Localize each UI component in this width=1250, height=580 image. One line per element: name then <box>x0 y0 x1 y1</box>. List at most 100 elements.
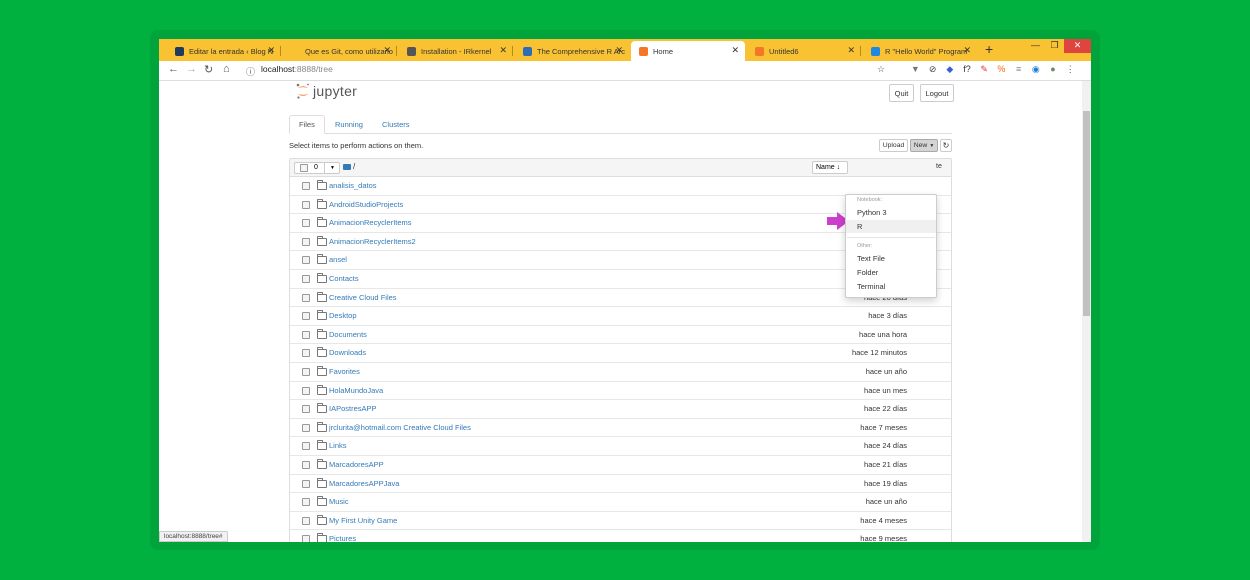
new-button[interactable]: New ▼ <box>910 139 938 152</box>
ext-lines-icon[interactable]: ≡ <box>1013 64 1025 74</box>
folder-name-link[interactable]: AndroidStudioProjects <box>329 200 403 209</box>
select-all-checkbox[interactable] <box>300 164 308 172</box>
row-checkbox[interactable] <box>302 442 310 451</box>
file-row[interactable]: MarcadoresAPPJava hace 19 días <box>290 475 951 494</box>
refresh-button[interactable]: ↻ <box>940 139 952 152</box>
row-checkbox[interactable] <box>302 386 310 395</box>
menu-item-python3[interactable]: Python 3 <box>846 206 936 219</box>
site-info-icon[interactable]: ⓘ <box>246 65 255 78</box>
tab-clusters[interactable]: Clusters <box>373 115 419 134</box>
home-button[interactable]: ⌂ <box>223 63 230 75</box>
ext-formula-icon[interactable]: f? <box>961 64 973 74</box>
close-window-button[interactable]: ✕ <box>1064 39 1091 53</box>
star-icon[interactable]: ☆ <box>875 64 887 74</box>
row-checkbox[interactable] <box>302 368 310 376</box>
tab-running[interactable]: Running <box>326 115 372 134</box>
file-row[interactable]: Pictures hace 9 meses <box>290 530 951 542</box>
row-checkbox[interactable] <box>302 498 310 507</box>
menu-icon[interactable]: ⋮ <box>1064 64 1076 74</box>
row-checkbox[interactable] <box>302 182 310 190</box>
row-checkbox[interactable] <box>302 349 310 358</box>
tab-close-icon[interactable]: ✕ <box>731 45 739 56</box>
file-row[interactable]: Music hace un año <box>290 493 951 512</box>
menu-item-terminal[interactable]: Terminal <box>846 280 936 293</box>
select-dropdown-icon[interactable]: ▼ <box>324 163 340 173</box>
row-checkbox[interactable] <box>302 405 310 414</box>
minimize-button[interactable]: — <box>1026 39 1045 53</box>
forward-button[interactable]: → <box>186 63 197 75</box>
row-checkbox[interactable] <box>302 200 310 209</box>
folder-name-link[interactable]: Links <box>329 441 347 450</box>
folder-name-link[interactable]: MarcadoresAPP <box>329 460 384 469</box>
folder-name-link[interactable]: Downloads <box>329 348 366 357</box>
browser-tab[interactable]: Home ✕ <box>631 41 745 61</box>
tab-close-icon[interactable]: ✕ <box>615 45 623 56</box>
file-row[interactable]: Desktop hace 3 días <box>290 307 951 326</box>
ext-pocket-icon[interactable]: ⊘ <box>927 64 939 74</box>
row-checkbox[interactable] <box>302 330 310 339</box>
ext-red-icon[interactable]: ✎ <box>978 64 990 74</box>
browser-tab[interactable]: Untitled6 ✕ <box>747 41 861 61</box>
folder-name-link[interactable]: jrclurita@hotmail.com Creative Cloud Fil… <box>329 423 471 432</box>
row-checkbox[interactable] <box>302 219 310 228</box>
file-row[interactable]: Documents hace una hora <box>290 326 951 345</box>
tab-close-icon[interactable]: ✕ <box>499 45 507 56</box>
row-checkbox[interactable] <box>302 461 310 469</box>
row-checkbox[interactable] <box>302 312 310 321</box>
browser-tab[interactable]: The Comprehensive R Arc ✕ <box>515 41 629 61</box>
folder-name-link[interactable]: Creative Cloud Files <box>329 293 397 302</box>
folder-name-link[interactable]: AnimacionRecyclerItems <box>329 218 412 227</box>
folder-name-link[interactable]: AnimacionRecyclerItems2 <box>329 237 416 246</box>
browser-tab[interactable]: Editar la entrada ‹ Blog N ✕ <box>167 41 281 61</box>
tab-files[interactable]: Files <box>289 115 325 134</box>
row-checkbox[interactable] <box>302 293 310 302</box>
folder-name-link[interactable]: Pictures <box>329 534 356 542</box>
menu-item-r[interactable]: R <box>846 220 936 233</box>
folder-name-link[interactable]: analisis_datos <box>329 181 377 190</box>
folder-name-link[interactable]: Documents <box>329 330 367 339</box>
ext-orange-icon[interactable]: % <box>995 64 1007 74</box>
menu-item-text-file[interactable]: Text File <box>846 252 936 265</box>
logout-button[interactable]: Logout <box>920 84 954 102</box>
tab-close-icon[interactable]: ✕ <box>963 45 971 56</box>
row-checkbox[interactable] <box>302 479 310 488</box>
row-checkbox[interactable] <box>302 256 310 265</box>
ext-blank-icon[interactable] <box>892 64 904 74</box>
folder-name-link[interactable]: IAPostresAPP <box>329 404 377 413</box>
sort-by-name-button[interactable]: Name ↓ <box>812 161 848 174</box>
scrollbar-thumb[interactable] <box>1083 111 1090 316</box>
file-row[interactable]: jrclurita@hotmail.com Creative Cloud Fil… <box>290 419 951 438</box>
file-row[interactable]: HolaMundoJava hace un mes <box>290 382 951 401</box>
last-modified-header[interactable]: te <box>936 163 942 170</box>
file-row[interactable]: analisis_datos <box>290 177 951 196</box>
folder-name-link[interactable]: Music <box>329 497 349 506</box>
menu-item-folder[interactable]: Folder <box>846 266 936 279</box>
file-row[interactable]: Links hace 24 días <box>290 437 951 456</box>
row-checkbox[interactable] <box>302 275 310 283</box>
row-checkbox[interactable] <box>302 423 310 432</box>
row-checkbox[interactable] <box>302 535 310 542</box>
folder-name-link[interactable]: Desktop <box>329 311 357 320</box>
browser-tab[interactable]: R "Hello World" Program ✕ <box>863 41 977 61</box>
file-row[interactable]: Downloads hace 12 minutos <box>290 344 951 363</box>
select-all-control[interactable]: 0 ▼ <box>294 162 340 174</box>
folder-name-link[interactable]: My First Unity Game <box>329 516 397 525</box>
page-scrollbar[interactable] <box>1082 81 1091 542</box>
file-row[interactable]: My First Unity Game hace 4 meses <box>290 512 951 531</box>
new-tab-button[interactable]: + <box>985 41 993 57</box>
file-row[interactable]: Favorites hace un año <box>290 363 951 382</box>
back-button[interactable]: ← <box>168 63 179 75</box>
folder-name-link[interactable]: HolaMundoJava <box>329 386 383 395</box>
root-folder-icon[interactable] <box>343 164 351 170</box>
jupyter-logo[interactable]: jupyter <box>296 83 357 99</box>
browser-tab[interactable]: Que es Git, como utilizarlo ✕ <box>283 41 397 61</box>
address-bar[interactable]: localhost:8888/tree <box>261 64 333 74</box>
ext-msg-icon[interactable]: ◆ <box>944 64 956 74</box>
file-row[interactable]: IAPostresAPP hace 22 días <box>290 400 951 419</box>
tab-close-icon[interactable]: ✕ <box>267 45 275 56</box>
browser-tab[interactable]: Installation - IRkernel ✕ <box>399 41 513 61</box>
maximize-button[interactable]: ❐ <box>1045 39 1064 53</box>
upload-button[interactable]: Upload <box>879 139 908 152</box>
folder-name-link[interactable]: Contacts <box>329 274 359 283</box>
ext-blue-icon[interactable]: ◉ <box>1030 64 1042 74</box>
